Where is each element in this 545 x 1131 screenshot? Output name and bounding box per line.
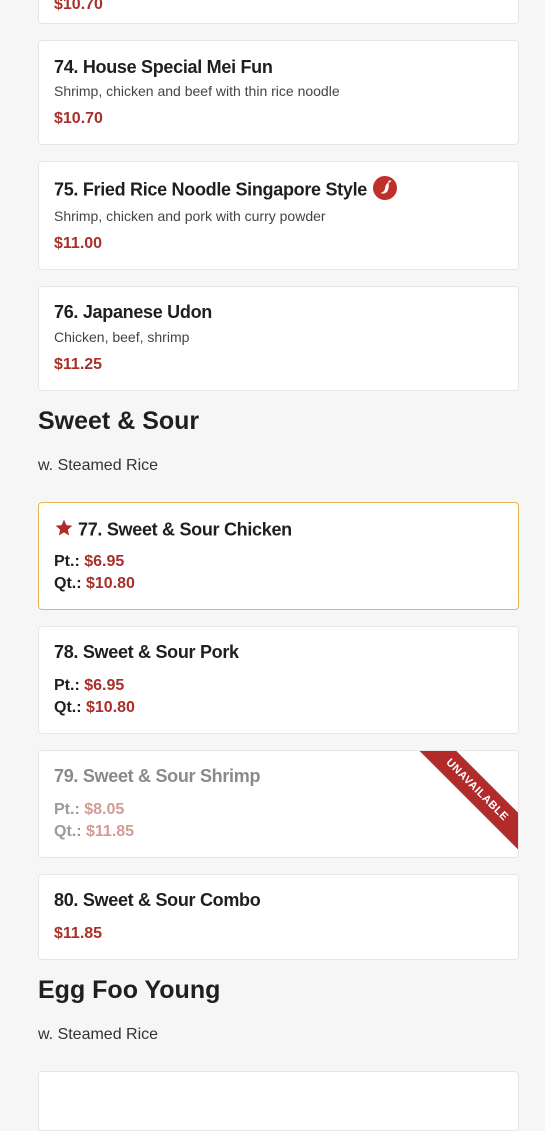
item-description: Chicken, beef, shrimp xyxy=(54,329,190,345)
item-price: $11.25 xyxy=(54,356,103,373)
unavailable-badge: UNAVAILABLE xyxy=(414,751,518,853)
menu-item-card[interactable]: $10.70 xyxy=(38,0,519,24)
quart-value: $11.85 xyxy=(86,823,135,840)
item-title: 76. Japanese Udon xyxy=(54,302,212,322)
menu-item-card[interactable]: 78. Sweet & Sour Pork Pt.: $6.95 Qt.: $1… xyxy=(38,626,519,734)
quart-price: Qt.: $10.80 xyxy=(54,575,135,593)
item-title: 75. Fried Rice Noodle Singapore Style xyxy=(54,179,367,200)
item-title: 77. Sweet & Sour Chicken xyxy=(78,519,292,540)
star-icon xyxy=(54,518,74,543)
item-price: $10.70 xyxy=(54,110,103,127)
section-title: Egg Foo Young xyxy=(38,976,221,1004)
item-price: $11.00 xyxy=(54,235,103,252)
quart-price: Qt.: $11.85 xyxy=(54,823,134,841)
item-title-row: 75. Fried Rice Noodle Singapore Style xyxy=(54,176,397,205)
item-description: Shrimp, chicken and beef with thin rice … xyxy=(54,83,340,99)
section-subtitle: w. Steamed Rice xyxy=(38,457,159,474)
section-title: Sweet & Sour xyxy=(38,407,200,435)
menu-item-card[interactable]: 77. Sweet & Sour Chicken Pt.: $6.95 Qt.:… xyxy=(38,502,519,610)
menu-item-card-unavailable: 79. Sweet & Sour Shrimp Pt.: $8.05 Qt.: … xyxy=(38,750,519,858)
menu-item-card[interactable]: 75. Fried Rice Noodle Singapore Style Sh… xyxy=(38,161,519,270)
pint-value: $6.95 xyxy=(84,553,125,570)
quart-value: $10.80 xyxy=(86,575,135,592)
item-title-row: 77. Sweet & Sour Chicken xyxy=(54,518,292,543)
quart-value: $10.80 xyxy=(86,699,135,716)
pint-price: Pt.: $8.05 xyxy=(54,801,124,819)
item-title: 80. Sweet & Sour Combo xyxy=(54,890,261,910)
pint-label: Pt.: xyxy=(54,677,80,694)
item-title: 79. Sweet & Sour Shrimp xyxy=(54,766,261,786)
menu-item-card[interactable]: 74. House Special Mei Fun Shrimp, chicke… xyxy=(38,40,519,145)
pint-label: Pt.: xyxy=(54,553,80,570)
quart-price: Qt.: $10.80 xyxy=(54,699,135,717)
menu-item-card[interactable]: 76. Japanese Udon Chicken, beef, shrimp … xyxy=(38,286,519,391)
quart-label: Qt.: xyxy=(54,575,82,592)
item-price: $10.70 xyxy=(54,0,103,13)
item-title: 74. House Special Mei Fun xyxy=(54,57,273,77)
spicy-icon xyxy=(373,176,397,205)
quart-label: Qt.: xyxy=(54,823,82,840)
menu-item-card[interactable] xyxy=(38,1071,519,1131)
pint-label: Pt.: xyxy=(54,801,80,818)
menu-item-card[interactable]: 80. Sweet & Sour Combo $11.85 xyxy=(38,874,519,960)
section-subtitle: w. Steamed Rice xyxy=(38,1026,159,1043)
pint-value: $6.95 xyxy=(84,677,125,694)
item-title: 78. Sweet & Sour Pork xyxy=(54,642,239,662)
pint-price: Pt.: $6.95 xyxy=(54,677,124,695)
item-price: $11.85 xyxy=(54,925,103,942)
pint-value: $8.05 xyxy=(84,801,125,818)
item-description: Shrimp, chicken and pork with curry powd… xyxy=(54,208,326,224)
quart-label: Qt.: xyxy=(54,699,82,716)
pint-price: Pt.: $6.95 xyxy=(54,553,124,571)
